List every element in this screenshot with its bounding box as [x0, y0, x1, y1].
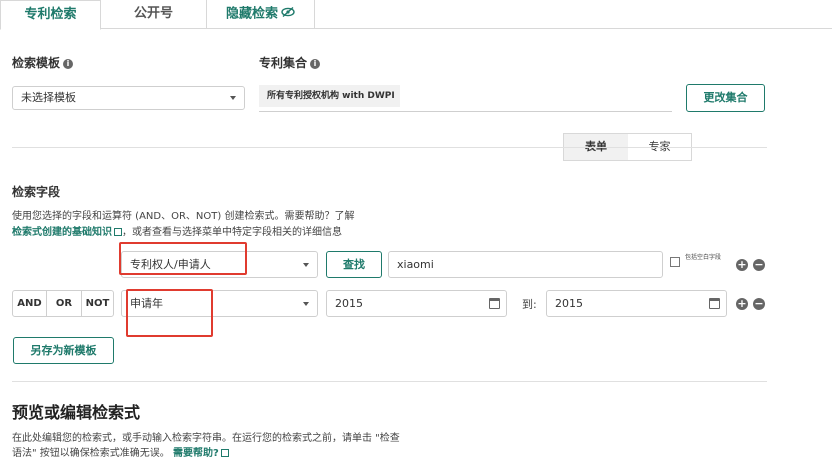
- caret-down-icon: [303, 262, 309, 267]
- external-link-icon: [220, 449, 229, 457]
- external-link-icon: [114, 228, 122, 236]
- calendar-icon[interactable]: [709, 297, 720, 309]
- caret-down-icon: [303, 301, 309, 306]
- preview-description-2: 语法" 按钮以确保检索式准确无误。 需要帮助?: [12, 444, 229, 459]
- remove-row-icon[interactable]: −: [753, 298, 765, 310]
- eye-slash-icon: [281, 0, 295, 28]
- template-label: 检索模板 i: [12, 54, 74, 71]
- tab-hidden-search[interactable]: 隐藏检索: [207, 0, 315, 29]
- field-select-application-year[interactable]: 申请年: [121, 290, 318, 317]
- operator-not-button[interactable]: NOT: [82, 291, 113, 316]
- find-button[interactable]: 查找: [326, 251, 382, 278]
- preview-title: 预览或编辑检索式: [12, 403, 141, 422]
- collection-chip: 所有专利授权机构 with DWPI: [259, 85, 400, 107]
- info-icon[interactable]: i: [63, 59, 74, 69]
- help-link[interactable]: 需要帮助?: [173, 448, 219, 459]
- field-select-assignee[interactable]: 专利权人/申请人: [121, 251, 318, 278]
- year-from-input[interactable]: 2015: [326, 290, 507, 317]
- change-collection-button[interactable]: 更改集合: [686, 84, 765, 112]
- include-blank-checkbox[interactable]: [670, 257, 680, 267]
- collection-field: 所有专利授权机构 with DWPI: [259, 85, 672, 112]
- year-to-input[interactable]: 2015: [546, 290, 727, 317]
- operator-and-button[interactable]: AND: [13, 291, 47, 316]
- add-row-icon[interactable]: +: [736, 298, 748, 310]
- divider-bottom: [12, 381, 767, 382]
- search-fields-description-2: 检索式创建的基础知识 ，或者查看与选择菜单中特定字段相关的详细信息: [12, 227, 342, 238]
- include-blank-label: 包括空白字段: [685, 254, 722, 261]
- save-template-button[interactable]: 另存为新模板: [13, 337, 114, 364]
- info-icon[interactable]: i: [310, 59, 321, 69]
- to-label: 到:: [522, 298, 537, 311]
- remove-row-icon[interactable]: −: [753, 259, 765, 271]
- calendar-icon[interactable]: [489, 297, 500, 309]
- collection-label: 专利集合 i: [259, 54, 321, 71]
- caret-down-icon: [230, 96, 236, 100]
- divider-left: [12, 147, 767, 148]
- search-fields-title: 检索字段: [12, 185, 61, 199]
- basics-link[interactable]: 检索式创建的基础知识: [12, 227, 112, 238]
- preview-description: 在此处编辑您的检索式，或手动输入检索字符串。在运行您的检索式之前，请单击 "检查: [12, 433, 400, 444]
- add-row-icon[interactable]: +: [736, 259, 748, 271]
- tab-patent-search[interactable]: 专利检索: [0, 0, 101, 30]
- operator-group: AND OR NOT: [12, 290, 114, 317]
- assignee-value-input[interactable]: xiaomi: [388, 251, 663, 278]
- search-fields-description: 使用您选择的字段和运算符 (AND、OR、NOT) 创建检索式。需要帮助？了解: [12, 211, 355, 222]
- operator-or-button[interactable]: OR: [47, 291, 82, 316]
- tab-publication-number[interactable]: 公开号: [101, 0, 207, 29]
- tab-bar: 专利检索 公开号 隐藏检索: [0, 0, 832, 30]
- template-select[interactable]: 未选择模板: [12, 86, 245, 110]
